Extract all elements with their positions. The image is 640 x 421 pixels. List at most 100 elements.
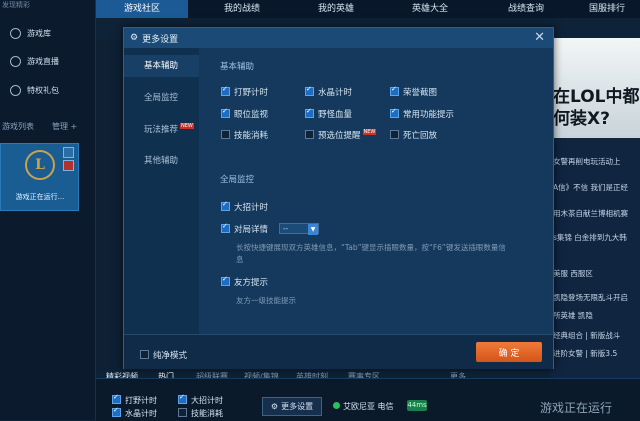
gear-icon: ⚙ <box>270 402 279 411</box>
news-item[interactable]: 用木茶自献兰博相机赛 <box>553 208 628 219</box>
sidebar-item-live[interactable]: 游戏直播 <box>10 53 90 69</box>
option-death-replay[interactable]: 死亡回放 <box>390 129 437 141</box>
option-label: 死亡回放 <box>403 131 438 141</box>
option-label: 对局详情 <box>234 225 269 235</box>
sidebar-item-label: 游戏库 <box>27 28 51 38</box>
tab-hero-list[interactable]: 英雄大全 <box>384 0 476 18</box>
side-tab-global[interactable]: 全局监控 <box>124 91 199 103</box>
quick-toggle-crystal[interactable]: 水晶计时 <box>112 406 157 419</box>
news-item[interactable]: 进阶女警 | 新版3.5 <box>553 348 617 359</box>
tab-ranking[interactable]: 国服排行 <box>574 0 640 18</box>
option-label: 眼位监视 <box>234 110 269 120</box>
confirm-button[interactable]: 确 定 <box>476 342 542 362</box>
news-item[interactable]: 凯隐登场无限乱斗开启 <box>553 292 628 303</box>
checkbox-icon <box>221 275 230 286</box>
side-tab-label: 玩法推荐 <box>144 125 179 135</box>
checkbox-icon <box>221 222 230 233</box>
quick-toggle-ult[interactable]: 大招计时 <box>178 393 223 406</box>
news-item[interactable]: 经典组合 | 新版战斗 <box>553 330 620 341</box>
server-label: 艾欧尼亚 电信 <box>343 402 394 411</box>
sidebar-item-game-library[interactable]: 游戏库 <box>10 25 90 41</box>
select-value: -- <box>283 225 289 233</box>
match-detail-hotkey-select[interactable]: -- ▼ <box>279 223 319 235</box>
side-tab-other[interactable]: 其他辅助 <box>124 154 199 166</box>
tile-actions <box>63 147 74 173</box>
checkbox-icon <box>221 107 230 118</box>
option-function-tips[interactable]: 常用功能提示 <box>390 107 455 120</box>
news-item[interactable]: 所英雄 凯隐 <box>553 310 593 321</box>
news-item[interactable]: 女警再削电玩活动上 <box>553 156 621 167</box>
option-friend-tips[interactable]: 友方提示 <box>221 275 269 288</box>
side-tab-basic[interactable]: 基本辅助 <box>124 55 199 77</box>
checkbox-icon <box>112 406 121 417</box>
promo-banner[interactable]: 在LOL中都 何装X? <box>551 38 640 138</box>
more-settings-dialog: ⚙ 更多设置 ✕ 基本辅助 全局监控 玩法推荐NEW 其他辅助 基本辅助 打野计… <box>123 27 554 369</box>
option-crystal-timer[interactable]: 水晶计时 <box>305 85 353 98</box>
option-monster-hp[interactable]: 野怪血量 <box>305 107 353 120</box>
tab-record-query[interactable]: 战绩查询 <box>480 0 572 18</box>
gift-icon <box>10 84 21 96</box>
option-label: 大招计时 <box>234 203 269 213</box>
quick-toggle-label: 技能消耗 <box>191 409 223 418</box>
more-settings-label: 更多设置 <box>281 402 314 411</box>
option-ult-timer[interactable]: 大招计时 <box>221 200 269 213</box>
option-jungle-timer[interactable]: 打野计时 <box>221 85 268 98</box>
sidebar-item-label: 游戏直播 <box>27 56 59 66</box>
top-tab-bar: 游戏社区 我的战绩 我的英雄 英雄大全 战绩查询 国服排行 <box>96 0 640 18</box>
side-tab-recommend[interactable]: 玩法推荐 NEW <box>124 123 199 135</box>
checkbox-icon <box>305 85 314 96</box>
option-label: 野怪血量 <box>318 110 353 120</box>
option-label: 友方提示 <box>234 278 269 288</box>
option-label: 水晶计时 <box>318 88 353 98</box>
lol-logo: L <box>25 150 55 180</box>
checkbox-icon <box>112 393 121 404</box>
ping-badge: 44ms <box>407 400 427 411</box>
match-detail-note-cont: 息 <box>236 255 244 264</box>
new-badge: NEW <box>180 123 194 129</box>
checkbox-icon <box>178 393 187 404</box>
section-global-title: 全局监控 <box>220 175 255 185</box>
option-label: 常用功能提示 <box>403 110 455 120</box>
tab-my-heroes[interactable]: 我的英雄 <box>290 0 382 18</box>
more-settings-button[interactable]: ⚙ 更多设置 <box>262 397 322 416</box>
checkbox-icon <box>305 130 314 139</box>
option-ward-monitor[interactable]: 眼位监视 <box>221 107 269 120</box>
sidebar-item-gift[interactable]: 特权礼包 <box>10 82 90 98</box>
news-item[interactable]: 美服 西服区 <box>553 268 593 279</box>
news-item[interactable]: s集锦 白金排到九大韩 <box>553 232 627 243</box>
checkbox-icon <box>221 85 230 96</box>
server-status[interactable]: 艾欧尼亚 电信 <box>333 401 394 412</box>
quick-toggle-skill-cost[interactable]: 技能消耗 <box>178 407 223 419</box>
dialog-title-bar: ⚙ 更多设置 <box>124 28 553 48</box>
option-label: 荣誉截图 <box>403 88 438 98</box>
checkbox-icon <box>390 85 399 96</box>
sidebar-header: 发现精彩 <box>2 1 30 9</box>
option-label: 技能消耗 <box>234 131 269 141</box>
pure-mode-toggle[interactable]: 纯净模式 <box>140 349 187 361</box>
stop-icon[interactable] <box>63 160 74 171</box>
tab-community[interactable]: 游戏社区 <box>96 0 188 18</box>
gear-icon: ⚙ <box>130 33 139 43</box>
option-pick-reminder[interactable]: 预选位提醒 NEW <box>305 129 377 141</box>
checkbox-icon <box>390 107 399 118</box>
running-watermark: 游戏正在运行 <box>540 401 613 415</box>
checkbox-icon <box>178 408 187 417</box>
chevron-down-icon[interactable] <box>63 147 74 158</box>
tab-my-record[interactable]: 我的战绩 <box>196 0 288 18</box>
quick-toggle-jungle[interactable]: 打野计时 <box>112 393 157 406</box>
quick-toggle-label: 水晶计时 <box>125 409 157 418</box>
match-detail-note: 长按快捷键展现双方英雄信息，“Tab”键显示插眼数量，按“F6”键发送插眼数量信 <box>236 243 506 252</box>
close-icon[interactable]: ✕ <box>534 30 545 45</box>
quick-toggle-label: 大招计时 <box>191 396 223 405</box>
news-item[interactable]: A信》不信 我们是正经 <box>553 182 628 193</box>
sidebar-item-label: 特权礼包 <box>27 85 59 95</box>
option-honor-screenshot[interactable]: 荣誉截图 <box>390 85 438 98</box>
option-label: 纯净模式 <box>153 351 188 361</box>
checkbox-icon <box>140 350 149 359</box>
new-badge: NEW <box>362 129 377 135</box>
chevron-down-icon: ▼ <box>308 224 318 235</box>
option-match-detail[interactable]: 对局详情 <box>221 222 269 235</box>
checkbox-icon <box>305 107 314 118</box>
game-tile-status: 游戏正在运行... <box>15 193 65 201</box>
option-skill-cost[interactable]: 技能消耗 <box>221 129 268 141</box>
